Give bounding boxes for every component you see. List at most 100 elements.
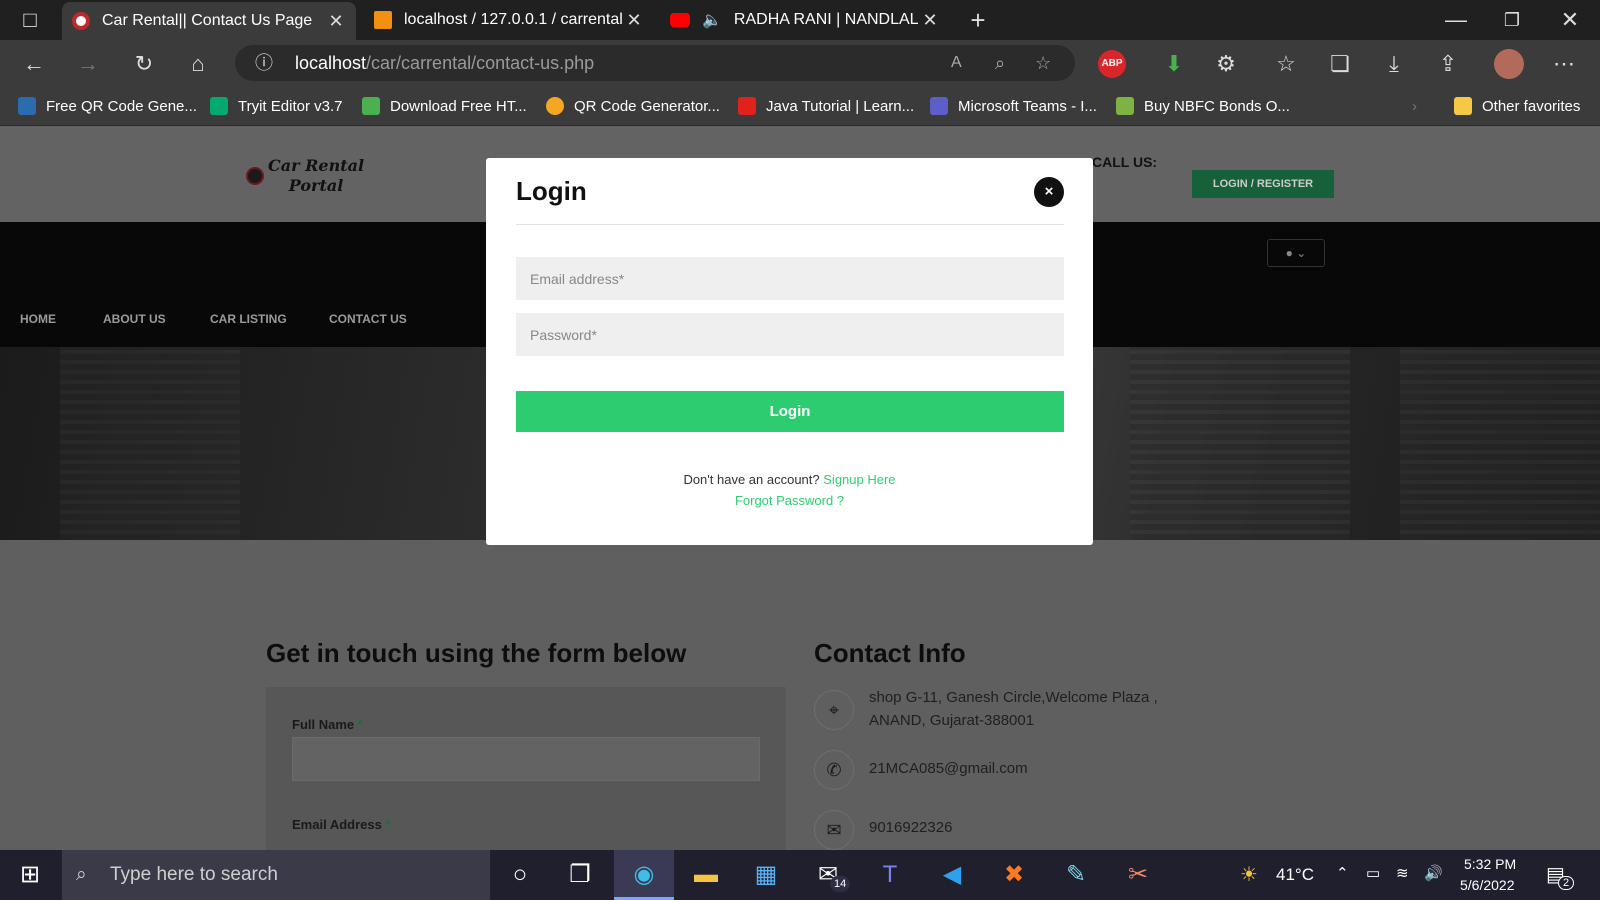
home-icon[interactable]: ⌂ xyxy=(182,48,214,80)
new-tab-button[interactable]: + xyxy=(962,4,994,36)
login-modal: Login × Login Don't have an account? Sig… xyxy=(486,158,1093,545)
close-tab-icon[interactable]: ✕ xyxy=(326,11,346,32)
battery-icon[interactable]: ▭ xyxy=(1366,864,1380,882)
download-extension-icon[interactable]: ⬇ xyxy=(1158,48,1190,80)
volume-icon[interactable]: 🔊 xyxy=(1424,864,1443,882)
notepad-icon[interactable]: ✎ xyxy=(1046,850,1106,900)
required-mark: * xyxy=(385,817,391,832)
close-modal-button[interactable]: × xyxy=(1034,177,1064,207)
xampp-icon[interactable]: ✖ xyxy=(984,850,1044,900)
teams-taskbar-icon[interactable]: T xyxy=(860,850,920,900)
tab-youtube[interactable]: 🔈 RADHA RANI | NANDLAL CH ✕ xyxy=(660,0,950,40)
form-heading: Get in touch using the form below xyxy=(266,638,687,668)
car-rental-favicon-icon xyxy=(72,12,90,30)
zoom-icon[interactable]: ⌕ xyxy=(995,45,1005,81)
tab-title: Car Rental|| Contact Us Page xyxy=(102,12,313,29)
adblock-icon[interactable]: ABP xyxy=(1098,50,1126,78)
bookmark-label: Microsoft Teams - I... xyxy=(958,97,1097,115)
browser-tab-bar: □ Car Rental|| Contact Us Page ✕ localho… xyxy=(0,0,1600,40)
nav-contact-us[interactable]: CONTACT US xyxy=(329,312,407,326)
add-favorite-icon[interactable]: ☆ xyxy=(1035,45,1051,81)
favorites-icon[interactable]: ☆ xyxy=(1270,48,1302,80)
site-info-icon[interactable]: ⓘ xyxy=(255,45,273,81)
phone-text[interactable]: 9016922326 xyxy=(869,816,952,839)
share-icon[interactable]: ⇪ xyxy=(1432,48,1464,80)
notification-badge: 2 xyxy=(1558,876,1575,890)
paint-icon[interactable]: ✂ xyxy=(1108,850,1168,900)
forward-icon[interactable]: → xyxy=(72,48,104,80)
bookmark-teams[interactable]: Microsoft Teams - I... xyxy=(930,86,1097,126)
full-name-input[interactable] xyxy=(292,737,760,781)
modal-title: Login xyxy=(516,176,587,206)
windows-start-icon[interactable]: ⊞ xyxy=(0,850,60,900)
nav-about-us[interactable]: ABOUT US xyxy=(103,312,166,326)
store-icon[interactable]: ▦ xyxy=(736,850,796,900)
email-text[interactable]: 21MCA085@gmail.com xyxy=(869,757,1028,780)
user-menu-dropdown[interactable]: ● ⌄ xyxy=(1267,239,1325,267)
email-label-text: Email Address xyxy=(292,817,382,832)
building-image xyxy=(60,347,240,540)
bookmark-download-html[interactable]: Download Free HT... xyxy=(362,86,527,126)
taskbar-search-input[interactable]: ⌕ Type here to search xyxy=(62,850,490,900)
contact-form: Full Name * Email Address * xyxy=(266,687,786,850)
bookmarks-overflow-icon[interactable]: › xyxy=(1412,86,1417,126)
clock-time[interactable]: 5:32 PM xyxy=(1464,856,1516,872)
more-options-icon[interactable]: ⋯ xyxy=(1548,48,1580,80)
task-view-icon[interactable]: ❐ xyxy=(550,850,610,900)
tab-actions-icon[interactable]: □ xyxy=(14,4,46,36)
bookmark-label: Buy NBFC Bonds O... xyxy=(1144,97,1290,115)
address-line1: shop G-11, Ganesh Circle,Welcome Plaza , xyxy=(869,689,1158,706)
cortana-icon[interactable]: ○ xyxy=(490,850,550,900)
bookmark-other-favorites[interactable]: Other favorites xyxy=(1454,86,1580,126)
mail-icon[interactable]: ✉ 14 xyxy=(798,850,858,900)
tab-car-rental[interactable]: Car Rental|| Contact Us Page ✕ xyxy=(62,2,356,40)
speaker-icon[interactable]: 🔈 xyxy=(702,10,722,30)
bookmark-free-qr[interactable]: Free QR Code Gene... xyxy=(18,86,197,126)
bookmark-java-tutorial[interactable]: Java Tutorial | Learn... xyxy=(738,86,914,126)
edge-taskbar-icon[interactable]: ◉ xyxy=(614,850,674,900)
close-window-icon[interactable]: ✕ xyxy=(1554,4,1586,36)
bookmark-tryit[interactable]: Tryit Editor v3.7 xyxy=(210,86,342,126)
vscode-icon[interactable]: ◀ xyxy=(922,850,982,900)
wifi-icon[interactable]: ≋ xyxy=(1396,864,1409,882)
profile-avatar[interactable] xyxy=(1494,49,1524,79)
downloads-icon[interactable]: ⤓ xyxy=(1378,48,1410,80)
phpmyadmin-favicon-icon xyxy=(374,11,392,29)
show-hidden-icons[interactable]: ⌃ xyxy=(1336,864,1349,882)
close-tab-icon[interactable]: ✕ xyxy=(624,10,644,31)
required-mark: * xyxy=(357,717,363,732)
bookmark-label: Download Free HT... xyxy=(390,97,527,115)
url-bar[interactable]: ⓘ localhost/car/carrental/contact-us.php… xyxy=(235,45,1075,81)
minimize-icon[interactable]: — xyxy=(1440,4,1472,36)
forgot-password-link[interactable]: Forgot Password ? xyxy=(486,493,1093,508)
refresh-icon[interactable]: ↻ xyxy=(128,48,160,80)
building-image xyxy=(1400,347,1600,540)
file-explorer-icon[interactable]: ▬ xyxy=(676,850,736,900)
restore-icon[interactable]: ❐ xyxy=(1496,4,1528,36)
notification-center-icon[interactable]: ▤ 2 xyxy=(1546,862,1575,890)
weather-icon[interactable]: ☀ xyxy=(1240,862,1258,887)
read-aloud-icon[interactable]: A xyxy=(951,45,962,81)
bookmark-qr-generator[interactable]: QR Code Generator... xyxy=(546,86,720,126)
extensions-icon[interactable]: ⚙ xyxy=(1210,48,1242,80)
nav-home[interactable]: HOME xyxy=(20,312,56,326)
temperature-text[interactable]: 41°C xyxy=(1276,865,1314,885)
login-register-button[interactable]: LOGIN / REGISTER xyxy=(1192,170,1334,198)
close-tab-icon[interactable]: ✕ xyxy=(920,10,940,31)
signup-link[interactable]: Signup Here xyxy=(823,472,895,487)
tab-phpmyadmin[interactable]: localhost / 127.0.0.1 / carrental | ✕ xyxy=(364,0,654,40)
email-input[interactable] xyxy=(516,257,1064,300)
login-button[interactable]: Login xyxy=(516,391,1064,432)
back-icon[interactable]: ← xyxy=(18,48,50,80)
nav-car-listing[interactable]: CAR LISTING xyxy=(210,312,287,326)
leaf-icon xyxy=(362,97,380,115)
youtube-favicon-icon xyxy=(670,13,690,27)
bookmark-nbfc-bonds[interactable]: Buy NBFC Bonds O... xyxy=(1116,86,1290,126)
clock-date[interactable]: 5/6/2022 xyxy=(1460,877,1515,893)
site-logo[interactable]: Car Rental Portal xyxy=(246,156,364,196)
qr-generator-icon xyxy=(546,97,564,115)
collections-icon[interactable]: ❏ xyxy=(1324,48,1356,80)
call-us-label: CALL US: xyxy=(1092,154,1158,170)
password-input[interactable] xyxy=(516,313,1064,356)
location-pin-icon: ⌖ xyxy=(814,690,854,730)
